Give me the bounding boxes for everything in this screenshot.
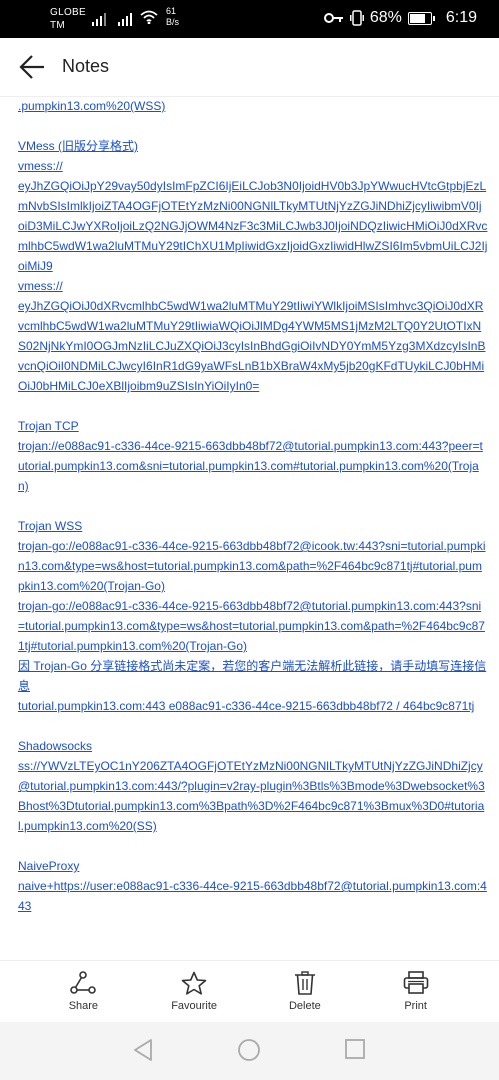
trojan-go-link-1[interactable]: trojan-go://e088ac91-c336-44ce-9215-663d… bbox=[18, 536, 488, 596]
star-icon bbox=[181, 971, 207, 995]
carrier-line2: TM bbox=[50, 20, 66, 31]
share-button[interactable]: Share bbox=[28, 961, 139, 1023]
naiveproxy-title[interactable]: NaiveProxy bbox=[18, 856, 488, 876]
nav-back-icon[interactable] bbox=[132, 1038, 154, 1062]
vmess-link-prefix-1[interactable]: vmess:// bbox=[18, 156, 488, 176]
vmess-link-1[interactable]: eyJhZGQiOiJpY29vay50dyIsImFpZCI6IjEiLCJo… bbox=[18, 176, 488, 276]
clock: 6:19 bbox=[445, 9, 477, 26]
app-bar: Notes bbox=[0, 38, 499, 97]
share-label: Share bbox=[68, 1000, 99, 1012]
trash-icon bbox=[294, 971, 315, 995]
speed-unit: B/s bbox=[166, 17, 180, 27]
favourite-label: Favourite bbox=[171, 1000, 218, 1012]
shadowsocks-title[interactable]: Shadowsocks bbox=[18, 736, 488, 756]
signal-icon-2 bbox=[118, 13, 132, 26]
print-label: Print bbox=[404, 1000, 427, 1012]
nav-recents-icon[interactable] bbox=[344, 1038, 366, 1060]
naiveproxy-link[interactable]: naive+https://user:e088ac91-c336-44ce-92… bbox=[18, 876, 488, 916]
top-fragment-link[interactable]: .pumpkin13.com%20(WSS) bbox=[18, 96, 488, 116]
carrier-line1: GLOBE bbox=[50, 7, 86, 18]
delete-button[interactable]: Delete bbox=[250, 961, 361, 1023]
system-nav-bar bbox=[0, 1022, 499, 1080]
network-speed: 61 B/s bbox=[166, 6, 179, 28]
note-content[interactable]: .pumpkin13.com%20(WSS) VMess (旧版分享格式) vm… bbox=[18, 96, 488, 958]
battery-percent: 68% bbox=[369, 9, 402, 26]
printer-icon bbox=[403, 971, 428, 994]
battery-icon bbox=[407, 11, 435, 25]
favourite-button[interactable]: Favourite bbox=[139, 961, 250, 1023]
key-icon bbox=[323, 13, 343, 23]
bottom-toolbar: Share Favourite Delete Print bbox=[0, 960, 499, 1023]
vmess-title[interactable]: VMess (旧版分享格式) bbox=[18, 136, 488, 156]
nav-home-icon[interactable] bbox=[237, 1038, 261, 1062]
trojan-tcp-link[interactable]: trojan://e088ac91-c336-44ce-9215-663dbb4… bbox=[18, 436, 488, 496]
page-title: Notes bbox=[62, 56, 110, 76]
print-button[interactable]: Print bbox=[360, 961, 471, 1023]
trojan-go-manual-info[interactable]: tutorial.pumpkin13.com:443 e088ac91-c336… bbox=[18, 696, 488, 716]
speed-value: 61 bbox=[166, 6, 177, 16]
trojan-tcp-title[interactable]: Trojan TCP bbox=[18, 416, 488, 436]
trojan-wss-title[interactable]: Trojan WSS bbox=[18, 516, 488, 536]
vibrate-icon bbox=[349, 10, 364, 26]
delete-label: Delete bbox=[288, 1000, 321, 1012]
share-icon bbox=[70, 971, 97, 994]
trojan-go-notice: 因 Trojan-Go 分享链接格式尚未定案，若您的客户端无法解析此链接，请手动… bbox=[18, 659, 487, 693]
shadowsocks-link[interactable]: ss://YWVzLTEyOC1nY206ZTA4OGFjOTEtYzMzNi0… bbox=[18, 756, 488, 836]
signal-icon bbox=[92, 13, 106, 26]
vmess-link-prefix-2[interactable]: vmess:// bbox=[18, 276, 488, 296]
arrow-left-icon[interactable] bbox=[18, 53, 48, 81]
carrier-name: GLOBE TM bbox=[50, 6, 86, 32]
wifi-icon bbox=[140, 10, 158, 24]
trojan-go-link-2[interactable]: trojan-go://e088ac91-c336-44ce-9215-663d… bbox=[18, 596, 488, 656]
vmess-link-2[interactable]: eyJhZGQiOiJ0dXRvcmlhbC5wdW1wa2luMTMuY29t… bbox=[18, 296, 488, 396]
status-bar: GLOBE TM 61 B/s 68% 6:19 bbox=[0, 0, 499, 38]
